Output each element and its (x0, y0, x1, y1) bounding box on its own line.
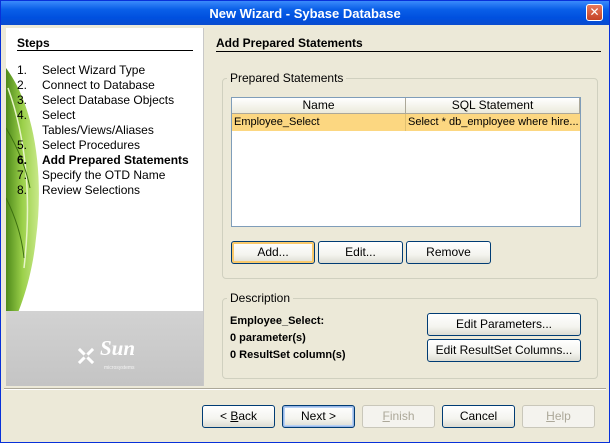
page-title-divider (216, 51, 601, 52)
prepared-statements-group: Prepared Statements Name SQL Statement E… (222, 71, 598, 279)
help-button[interactable]: Help (522, 405, 595, 428)
title-bar[interactable]: New Wizard - Sybase Database ✕ (1, 1, 609, 25)
footer-divider (4, 388, 606, 390)
add-button[interactable]: Add... (231, 241, 315, 264)
step-item-active: 6. Add Prepared Statements (17, 153, 189, 167)
window-title: New Wizard - Sybase Database (209, 6, 401, 21)
step-item: 5. Select Procedures (17, 138, 141, 152)
page-title: Add Prepared Statements (216, 36, 363, 50)
step-item: 7. Specify the OTD Name (17, 168, 166, 182)
step-item: 3. Select Database Objects (17, 93, 175, 107)
back-button[interactable]: < Back (202, 405, 275, 428)
step-item: 1. Select Wizard Type (17, 63, 146, 77)
main-panel: Add Prepared Statements Prepared Stateme… (210, 28, 605, 386)
edit-parameters-button[interactable]: Edit Parameters... (427, 313, 581, 336)
table-row[interactable]: Employee_Select Select * db_employee whe… (232, 114, 580, 131)
close-icon: ✕ (589, 5, 600, 19)
step-item: 4. Select Tables/Views/Aliases (17, 108, 154, 137)
edit-button[interactable]: Edit... (318, 241, 403, 264)
column-header-sql[interactable]: SQL Statement (406, 98, 580, 114)
prepared-statements-legend: Prepared Statements (227, 71, 347, 85)
description-params: 0 parameter(s) (230, 332, 306, 344)
steps-list: 1. Select Wizard Type 2. Connect to Databa… (17, 63, 202, 198)
table-header: Name SQL Statement (232, 98, 580, 114)
sun-tagline: microsystems (104, 365, 135, 371)
cancel-button[interactable]: Cancel (442, 405, 515, 428)
prepared-statements-table[interactable]: Name SQL Statement Employee_Select Selec… (231, 97, 581, 227)
description-name: Employee_Select: (230, 315, 325, 327)
edit-resultset-columns-button[interactable]: Edit ResultSet Columns... (427, 339, 581, 362)
steps-divider (17, 50, 193, 51)
steps-panel: Steps 1. Select Wizard Type 2. Connect to … (6, 28, 204, 386)
wizard-window: New Wizard - Sybase Database ✕ Steps 1. S… (0, 0, 610, 443)
remove-button[interactable]: Remove (406, 241, 491, 264)
column-header-name[interactable]: Name (232, 98, 406, 114)
description-group: Description Employee_Select: 0 parameter… (222, 291, 598, 379)
next-button[interactable]: Next > (282, 405, 355, 428)
finish-button[interactable]: Finish (362, 405, 435, 428)
sun-microsystems-logo-icon (77, 347, 95, 365)
description-resultset-columns: 0 ResultSet column(s) (230, 349, 346, 361)
description-legend: Description (227, 291, 294, 305)
step-item: 8. Review Selections (17, 183, 141, 197)
step-item: 2. Connect to Database (17, 78, 155, 92)
row-sql-cell[interactable]: Select * db_employee where hire... (406, 114, 580, 131)
close-button[interactable]: ✕ (586, 4, 603, 21)
steps-title: Steps (17, 36, 50, 50)
sun-logo-text: Sun (100, 336, 136, 360)
row-name-cell[interactable]: Employee_Select (232, 114, 406, 131)
